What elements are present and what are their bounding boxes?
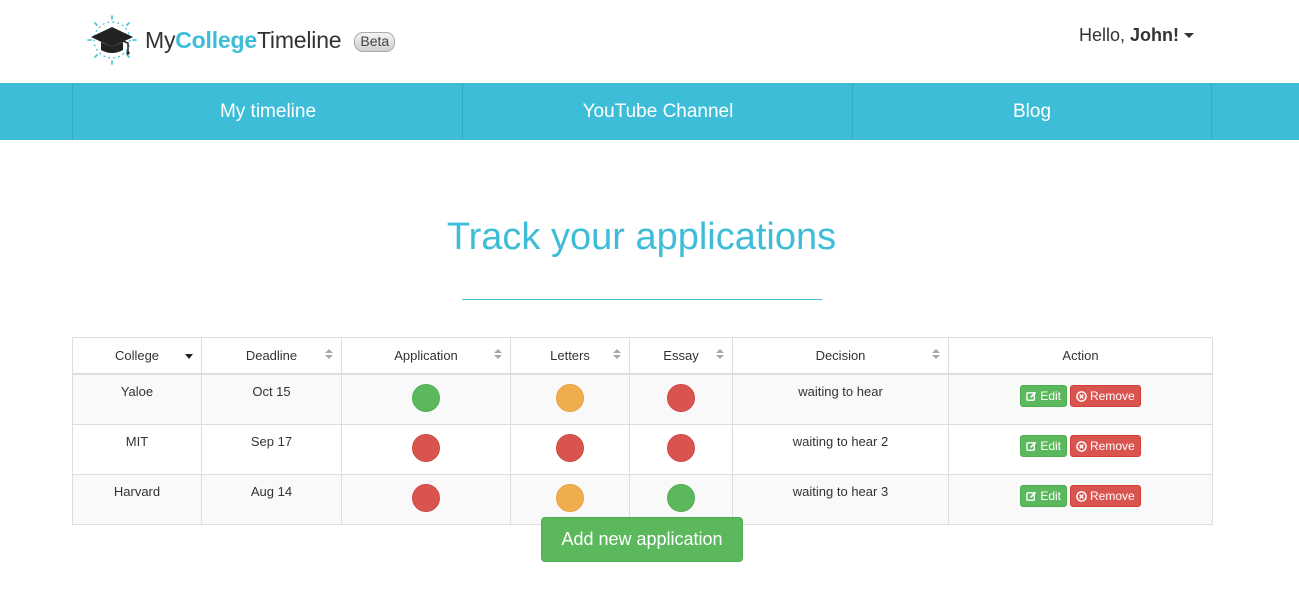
deadline-cell: Sep 17: [201, 424, 342, 475]
remove-circle-icon: [1076, 440, 1087, 452]
remove-label: Remove: [1090, 439, 1135, 453]
action-cell: Edit Remove: [948, 474, 1213, 525]
sort-icon: [325, 349, 333, 361]
letters-status-cell: [510, 373, 630, 425]
status-dot-icon[interactable]: [556, 384, 584, 412]
logo-text-timeline: Timeline: [256, 26, 342, 53]
edit-icon: [1026, 391, 1037, 401]
sort-icon: [613, 349, 621, 361]
status-dot-icon[interactable]: [412, 484, 440, 512]
sort-desc-icon: [185, 354, 193, 359]
greeting-text: Hello,: [1079, 25, 1126, 45]
college-cell: Yaloe: [72, 373, 202, 425]
column-header-label: Deadline: [245, 348, 298, 363]
table-row: MIT Sep 17 waiting to hear 2 Edit Remove: [72, 424, 1213, 475]
sort-icon: [932, 349, 940, 361]
user-menu-dropdown[interactable]: Hello, John!: [1079, 25, 1195, 46]
remove-button[interactable]: Remove: [1070, 385, 1141, 407]
column-header-label: College: [114, 348, 160, 363]
remove-circle-icon: [1076, 390, 1087, 402]
decision-cell: waiting to hear 2: [732, 424, 949, 475]
title-divider: [462, 299, 822, 300]
status-dot-icon[interactable]: [667, 434, 695, 462]
add-new-application-button[interactable]: Add new application: [541, 517, 743, 562]
header: MyCollegeTimeline Beta Hello, John!: [0, 0, 1299, 83]
decision-cell: waiting to hear: [732, 373, 949, 425]
letters-status-cell: [510, 424, 630, 475]
edit-label: Edit: [1040, 439, 1061, 453]
logo-text: MyCollegeTimeline: [145, 26, 342, 54]
applications-table: College Deadline Application Letters Ess…: [72, 337, 1213, 525]
edit-label: Edit: [1040, 389, 1061, 403]
nav-item-youtube-channel[interactable]: YouTube Channel: [462, 83, 853, 140]
column-header-essay[interactable]: Essay: [629, 337, 733, 375]
decision-cell: waiting to hear 3: [732, 474, 949, 525]
application-status-cell: [341, 373, 511, 425]
graduation-cap-logo-icon: [87, 15, 137, 65]
table-header-row: College Deadline Application Letters Ess…: [72, 337, 1213, 375]
edit-button[interactable]: Edit: [1020, 385, 1067, 407]
status-dot-icon[interactable]: [556, 484, 584, 512]
edit-icon: [1026, 441, 1037, 451]
column-header-letters[interactable]: Letters: [510, 337, 630, 375]
edit-button[interactable]: Edit: [1020, 485, 1067, 507]
column-header-application[interactable]: Application: [341, 337, 511, 375]
column-header-college[interactable]: College: [72, 337, 202, 375]
edit-button[interactable]: Edit: [1020, 435, 1067, 457]
status-dot-icon[interactable]: [412, 434, 440, 462]
column-header-label: Action: [1062, 348, 1099, 363]
nav-item-my-timeline[interactable]: My timeline: [72, 83, 463, 140]
remove-label: Remove: [1090, 489, 1135, 503]
action-cell: Edit Remove: [948, 424, 1213, 475]
logo-text-my: My: [145, 26, 176, 53]
application-status-cell: [341, 424, 511, 475]
status-dot-icon[interactable]: [556, 434, 584, 462]
column-header-label: Decision: [815, 348, 866, 363]
edit-icon: [1026, 491, 1037, 501]
application-status-cell: [341, 474, 511, 525]
column-header-deadline[interactable]: Deadline: [201, 337, 342, 375]
remove-label: Remove: [1090, 389, 1135, 403]
remove-button[interactable]: Remove: [1070, 435, 1141, 457]
college-cell: MIT: [72, 424, 202, 475]
action-cell: Edit Remove: [948, 373, 1213, 425]
remove-button[interactable]: Remove: [1070, 485, 1141, 507]
beta-badge: Beta: [354, 32, 396, 52]
status-dot-icon[interactable]: [412, 384, 440, 412]
status-dot-icon[interactable]: [667, 484, 695, 512]
column-header-decision[interactable]: Decision: [732, 337, 949, 375]
edit-label: Edit: [1040, 489, 1061, 503]
nav-item-blog[interactable]: Blog: [852, 83, 1211, 140]
table-row: Yaloe Oct 15 waiting to hear Edit Remove: [72, 373, 1213, 425]
column-header-label: Essay: [663, 348, 699, 363]
page-title: Track your applications: [446, 216, 837, 258]
column-header-label: Application: [394, 348, 458, 363]
sort-icon: [716, 349, 724, 361]
deadline-cell: Aug 14: [201, 474, 342, 525]
essay-status-cell: [629, 424, 733, 475]
column-header-action: Action: [948, 337, 1213, 375]
main-navbar: My timeline YouTube Channel Blog: [0, 83, 1299, 140]
status-dot-icon[interactable]: [667, 384, 695, 412]
user-name: John!: [1130, 25, 1180, 45]
logo[interactable]: MyCollegeTimeline Beta: [86, 14, 396, 66]
remove-circle-icon: [1076, 490, 1087, 502]
logo-text-college: College: [175, 26, 257, 53]
nav-divider: [1211, 83, 1212, 140]
college-cell: Harvard: [72, 474, 202, 525]
sort-icon: [494, 349, 502, 361]
essay-status-cell: [629, 373, 733, 425]
column-header-label: Letters: [550, 348, 590, 363]
caret-down-icon: [1184, 33, 1195, 38]
deadline-cell: Oct 15: [201, 373, 342, 425]
